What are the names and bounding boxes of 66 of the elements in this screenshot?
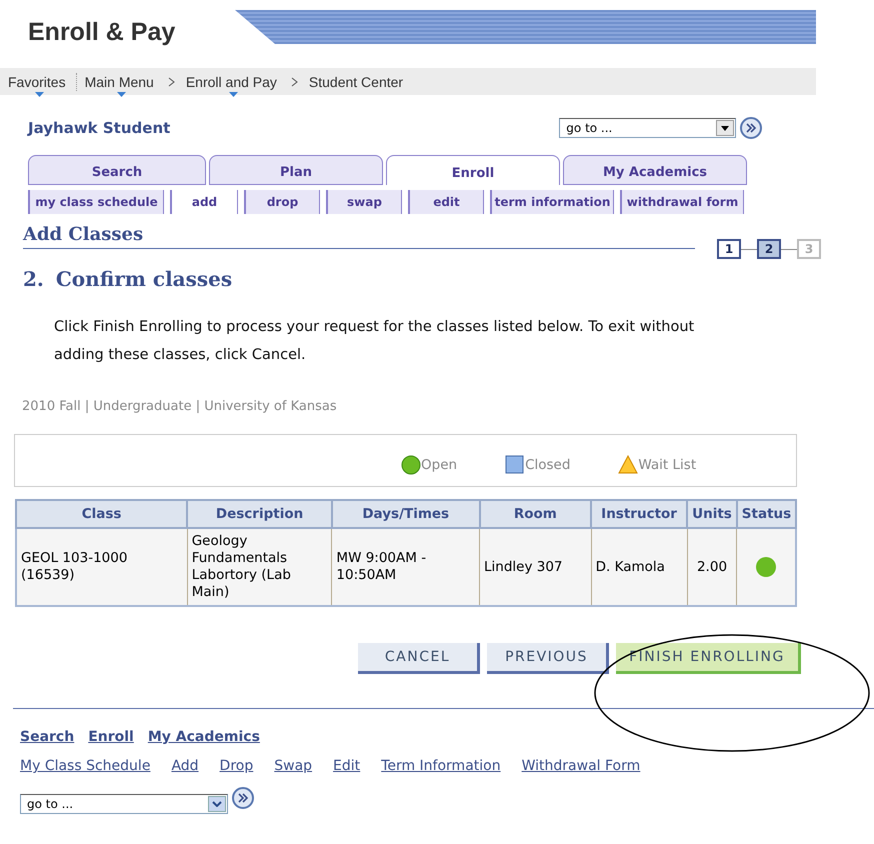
section-title: Add Classes bbox=[23, 224, 695, 249]
table-cell: GEOL 103-1000 (16539) bbox=[16, 528, 188, 606]
secondary-button[interactable]: CANCEL bbox=[358, 643, 480, 674]
square-icon bbox=[505, 454, 526, 474]
tab[interactable]: My Academics bbox=[563, 155, 747, 185]
column-header: Instructor bbox=[591, 500, 688, 528]
subtab[interactable]: my class schedule bbox=[28, 190, 164, 214]
dropdown-arrow-icon bbox=[721, 126, 730, 130]
instructions-text: Click Finish Enrolling to process your request for the classes listed below. To exit without adding these classes, click Cancel. bbox=[54, 318, 696, 365]
legend-label: Wait List bbox=[638, 456, 696, 472]
term-info: 2010 Fall | Undergraduate | University of Kansas bbox=[22, 399, 338, 414]
app-title: Enroll & Pay bbox=[27, 17, 176, 48]
table-cell: MW 9:00AM - 10:50AM bbox=[332, 528, 480, 606]
step-indicator: 1 bbox=[717, 239, 741, 259]
subtab[interactable]: add bbox=[170, 190, 238, 214]
footer-tab-link[interactable]: My Academics bbox=[148, 729, 260, 745]
double-chevron-icon bbox=[745, 122, 758, 134]
breadcrumb-link[interactable]: Student Center bbox=[308, 74, 408, 90]
go-button[interactable] bbox=[740, 117, 762, 139]
column-header: Units bbox=[687, 500, 737, 528]
legend-label: Closed bbox=[525, 456, 570, 472]
tab[interactable]: Plan bbox=[209, 155, 383, 185]
goto-select[interactable]: go to ... bbox=[559, 118, 736, 138]
column-header: Class bbox=[16, 500, 188, 528]
column-header: Description bbox=[187, 500, 332, 528]
breadcrumb-link[interactable]: Main Menu bbox=[84, 74, 158, 90]
table-cell: 2.00 bbox=[687, 528, 737, 606]
footer-link[interactable]: My Class Schedule bbox=[20, 758, 150, 774]
tab[interactable]: Search bbox=[28, 155, 206, 185]
subtab[interactable]: term information bbox=[490, 190, 614, 214]
circle-icon bbox=[401, 454, 421, 474]
table-cell: D. Kamola bbox=[591, 528, 688, 606]
footer-tab-link[interactable]: Enroll bbox=[88, 729, 134, 745]
tab[interactable]: Enroll bbox=[386, 155, 560, 185]
table-cell: Geology Fundamentals Labortory (Lab Main) bbox=[187, 528, 332, 606]
table-cell: Lindley 307 bbox=[480, 528, 592, 606]
secondary-button[interactable]: PREVIOUS bbox=[487, 643, 609, 674]
double-chevron-icon bbox=[237, 792, 249, 804]
footer-link[interactable]: Drop bbox=[220, 758, 254, 774]
column-header: Room bbox=[480, 500, 592, 528]
legend-label: Open bbox=[421, 456, 458, 472]
footer-link[interactable]: Edit bbox=[333, 758, 360, 774]
footer-link[interactable]: Term Information bbox=[381, 758, 501, 774]
column-header: Status bbox=[736, 500, 796, 528]
column-header: Days/Times bbox=[332, 500, 480, 528]
breadcrumb-link[interactable]: Favorites bbox=[8, 74, 70, 90]
subtab[interactable]: edit bbox=[408, 190, 484, 214]
chevron-icon bbox=[290, 76, 299, 86]
subtab[interactable]: swap bbox=[326, 190, 402, 214]
chevron-icon bbox=[168, 76, 176, 86]
footer-link[interactable]: Swap bbox=[274, 758, 312, 774]
primary-button[interactable]: FINISH ENROLLING bbox=[616, 643, 801, 674]
footer-link[interactable]: Withdrawal Form bbox=[522, 758, 640, 774]
goto-select[interactable]: go to ... bbox=[20, 794, 228, 814]
step-indicator: 3 bbox=[797, 239, 821, 259]
triangle-icon bbox=[618, 454, 638, 474]
footer-link[interactable]: Add bbox=[171, 758, 199, 774]
footer-tab-link[interactable]: Search bbox=[20, 729, 74, 745]
subtab[interactable]: withdrawal form bbox=[620, 190, 744, 214]
subtab[interactable]: drop bbox=[244, 190, 320, 214]
go-button[interactable] bbox=[232, 787, 254, 809]
student-name: Jayhawk Student bbox=[28, 119, 170, 137]
step-title: Confirm classes bbox=[56, 267, 232, 291]
breadcrumb-link[interactable]: Enroll and Pay bbox=[186, 74, 281, 90]
step-indicator: 2 bbox=[757, 239, 781, 259]
step-number: 2. bbox=[23, 267, 44, 291]
